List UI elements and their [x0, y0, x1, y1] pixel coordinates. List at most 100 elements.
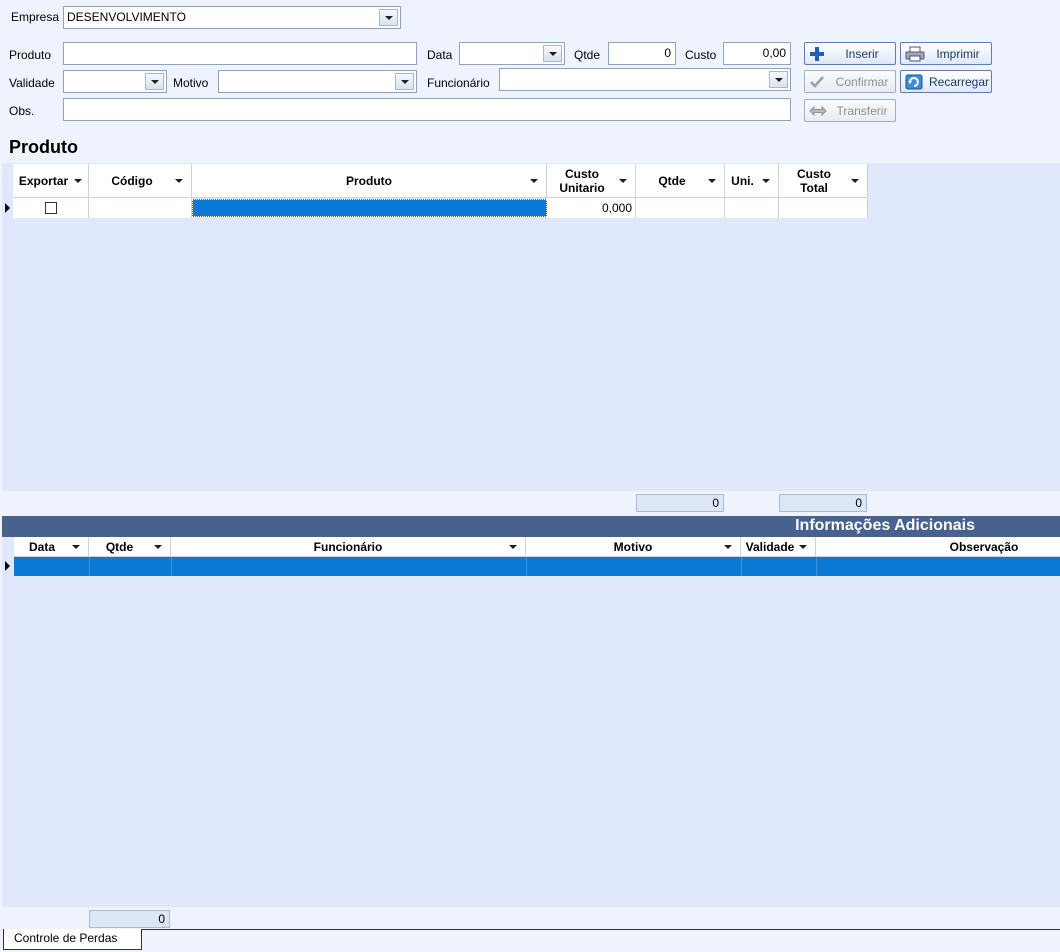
- cell-custo-unitario[interactable]: 0,000: [547, 198, 636, 218]
- cell-exportar[interactable]: [13, 198, 89, 218]
- transferir-button[interactable]: Transferir: [804, 99, 896, 122]
- chevron-down-icon[interactable]: [175, 178, 183, 183]
- chevron-down-icon[interactable]: [154, 544, 162, 549]
- chevron-down-icon[interactable]: [708, 178, 716, 183]
- checkmark-icon: [809, 74, 829, 90]
- chevron-down-icon: [549, 52, 557, 56]
- info-col-observacao-label: Observação: [949, 539, 1019, 554]
- chevron-down-icon[interactable]: [72, 544, 80, 549]
- funcionario-select[interactable]: [499, 68, 791, 91]
- chevron-down-icon[interactable]: [799, 544, 807, 549]
- obs-input[interactable]: [63, 98, 791, 121]
- data-dropdown-button[interactable]: [543, 45, 562, 62]
- validade-label: Validade: [9, 76, 55, 90]
- recarregar-label: Recarregar: [929, 74, 990, 89]
- col-custo-total-label: Custo Total: [797, 167, 831, 195]
- empresa-select[interactable]: DESENVOLVIMENTO: [63, 6, 401, 29]
- chevron-down-icon[interactable]: [619, 178, 627, 183]
- summary-qtde-total: 0: [636, 494, 724, 512]
- custo-input[interactable]: 0,00: [723, 42, 791, 65]
- funcionario-dropdown-button[interactable]: [769, 71, 788, 88]
- cell-qtde[interactable]: [636, 198, 725, 218]
- row-divider: [526, 557, 527, 576]
- inserir-label: Inserir: [845, 46, 879, 61]
- cell-custo-total[interactable]: [779, 198, 868, 218]
- reload-icon: [905, 74, 925, 90]
- col-qtde-label: Qtde: [658, 173, 686, 188]
- info-col-qtde-header[interactable]: Qtde: [89, 537, 171, 557]
- produto-section-title: Produto: [9, 137, 78, 157]
- table-row[interactable]: [14, 557, 1060, 576]
- info-col-motivo-label: Motivo: [613, 539, 653, 554]
- row-divider: [741, 557, 742, 576]
- data-date-picker[interactable]: [459, 42, 565, 65]
- chevron-down-icon[interactable]: [724, 544, 732, 549]
- produto-label: Produto: [9, 48, 52, 62]
- qtde-input[interactable]: 0: [608, 42, 676, 65]
- col-codigo-header[interactable]: Código: [89, 164, 192, 198]
- imprimir-button[interactable]: Imprimir: [900, 42, 992, 65]
- obs-label: Obs.: [9, 104, 35, 118]
- col-uni-header[interactable]: Uni.: [725, 164, 779, 198]
- info-section-header: Informações Adicionais: [2, 516, 1060, 537]
- col-codigo-label: Código: [111, 173, 153, 188]
- cell-produto[interactable]: [192, 199, 547, 217]
- row-divider: [816, 557, 817, 576]
- data-label: Data: [427, 48, 453, 62]
- info-col-observacao-header[interactable]: Observação: [816, 537, 1060, 557]
- info-summary-qtde-total: 0: [89, 910, 170, 928]
- imprimir-label: Imprimir: [936, 46, 980, 61]
- cell-codigo[interactable]: [89, 198, 192, 218]
- col-custo-unitario-label: Custo Unitario: [559, 167, 604, 195]
- printer-icon: [905, 46, 925, 62]
- info-col-data-label: Data: [28, 539, 55, 554]
- summary-custo-total: 0: [779, 494, 867, 512]
- validade-date-picker[interactable]: [63, 70, 167, 93]
- info-grid[interactable]: [2, 537, 1060, 907]
- chevron-down-icon[interactable]: [74, 178, 82, 183]
- col-exportar-header[interactable]: Exportar: [13, 164, 89, 198]
- plus-icon: [809, 46, 829, 62]
- confirmar-button[interactable]: Confirmar: [804, 70, 896, 93]
- motivo-dropdown-button[interactable]: [395, 73, 414, 90]
- info-col-validade-header[interactable]: Validade: [741, 537, 816, 557]
- recarregar-button[interactable]: Recarregar: [900, 70, 992, 93]
- row-indicator-icon: [5, 203, 10, 213]
- col-produto-header[interactable]: Produto: [192, 164, 547, 198]
- info-col-validade-label: Validade: [745, 539, 795, 554]
- col-produto-label: Produto: [346, 173, 392, 188]
- chevron-down-icon[interactable]: [851, 178, 859, 183]
- transfer-arrows-icon: [809, 103, 829, 119]
- chevron-down-icon[interactable]: [509, 544, 517, 549]
- row-divider: [171, 557, 172, 576]
- info-col-funcionario-header[interactable]: Funcionário: [171, 537, 526, 557]
- empresa-dropdown-button[interactable]: [379, 9, 398, 26]
- tab-controle-de-perdas[interactable]: Controle de Perdas: [3, 929, 143, 950]
- empresa-label: Empresa: [11, 10, 60, 24]
- produto-input[interactable]: [63, 42, 417, 65]
- col-custo-unitario-line1: Custo: [565, 166, 599, 181]
- col-custo-total-line2: Total: [800, 180, 828, 195]
- col-custo-unitario-header[interactable]: Custo Unitario: [547, 164, 636, 198]
- info-col-funcionario-label: Funcionário: [313, 539, 383, 554]
- exportar-checkbox[interactable]: [45, 202, 57, 214]
- cell-uni[interactable]: [725, 198, 779, 218]
- motivo-label: Motivo: [173, 76, 209, 90]
- chevron-down-icon[interactable]: [762, 178, 770, 183]
- chevron-down-icon[interactable]: [530, 178, 538, 183]
- chevron-down-icon: [385, 16, 393, 20]
- info-section-title: Informações Adicionais: [795, 517, 975, 534]
- tab-strip: Controle de Perdas: [0, 929, 1060, 952]
- confirmar-label: Confirmar: [835, 74, 889, 89]
- chevron-down-icon: [775, 78, 783, 82]
- validade-dropdown-button[interactable]: [145, 73, 164, 90]
- info-col-motivo-header[interactable]: Motivo: [526, 537, 741, 557]
- custo-label: Custo: [685, 48, 717, 62]
- inserir-button[interactable]: Inserir: [804, 42, 896, 65]
- empresa-value: DESENVOLVIMENTO: [67, 10, 186, 24]
- col-custo-total-header[interactable]: Custo Total: [779, 164, 868, 198]
- col-qtde-header[interactable]: Qtde: [636, 164, 725, 198]
- motivo-select[interactable]: [218, 70, 417, 93]
- info-col-data-header[interactable]: Data: [14, 537, 89, 557]
- chevron-down-icon: [401, 80, 409, 84]
